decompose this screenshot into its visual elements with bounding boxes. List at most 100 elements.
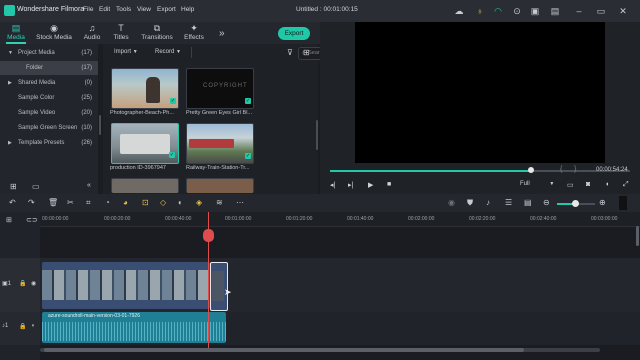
mark-out-icon[interactable]: } — [574, 166, 576, 173]
color-icon[interactable]: ◐ — [178, 198, 183, 207]
tab-titles[interactable]: T Titles — [101, 23, 141, 41]
library-item-sample-video[interactable]: Sample Video (20) — [0, 106, 98, 120]
zoom-slider-handle[interactable] — [572, 200, 579, 207]
tab-effects[interactable]: ✦ Effects — [174, 23, 214, 41]
audio-adjust-icon[interactable]: ≋ — [216, 198, 223, 207]
mic-icon[interactable]: ♪ — [486, 198, 490, 207]
menu-tools[interactable]: Tools — [116, 6, 131, 13]
marker-icon[interactable]: ◈ — [196, 198, 202, 207]
ruler-label: 00:00:00:00 — [42, 216, 69, 222]
notification-icon[interactable]: ▤ — [548, 4, 562, 18]
snapshot-icon[interactable]: ◙ — [586, 181, 590, 188]
menu-export[interactable]: Export — [157, 6, 176, 13]
speed-icon[interactable]: ◔ — [105, 198, 110, 207]
account-icon[interactable]: ⊙ — [510, 4, 524, 18]
display-icon[interactable]: ▭ — [567, 181, 574, 189]
shield-icon[interactable]: ⛊ — [467, 198, 473, 208]
preview-screen[interactable] — [355, 22, 605, 163]
folder-icon[interactable]: ▭ — [32, 182, 40, 191]
preview-duration: 00:00:54:24 — [596, 167, 628, 173]
media-caption-1: Photographer-Beach-Ph... — [110, 110, 174, 116]
add-track-icon[interactable]: ⊞ — [6, 216, 12, 224]
freeze-icon[interactable]: ⊡ — [142, 198, 149, 207]
ruler-label: 00:00:40:00 — [165, 216, 192, 222]
play-icon[interactable]: ▶ — [368, 181, 373, 189]
close-icon[interactable]: ✕ — [616, 4, 630, 18]
audio-clip[interactable]: azure-soundroll-main-version-03-01-7926 — [42, 312, 226, 343]
lock-icon[interactable]: 🔒 — [19, 323, 26, 330]
media-thumbnail-4[interactable]: ✓ — [186, 123, 254, 164]
menu-edit[interactable]: Edit — [99, 6, 110, 13]
lock-icon[interactable]: 🔒 — [19, 280, 26, 287]
play-frame-icon[interactable]: ▸| — [348, 181, 353, 189]
zoom-in-icon[interactable]: ⊕ — [599, 198, 606, 207]
library-item-sample-green-screen[interactable]: Sample Green Screen (10) — [0, 121, 98, 135]
undo-icon[interactable]: ↶ — [9, 198, 16, 207]
media-scrollbar[interactable] — [316, 120, 318, 150]
media-thumbnail-2[interactable]: COPYRIGHT ✓ — [186, 68, 254, 109]
cloud-icon[interactable]: ☁ — [452, 4, 466, 18]
timeline-hscroll-thumb[interactable] — [44, 348, 524, 352]
headset-icon[interactable]: ◠ — [491, 4, 505, 18]
speaker-icon[interactable]: ◖ — [31, 323, 35, 329]
maximize-icon[interactable]: ▭ — [594, 4, 608, 18]
snapshot-timeline-icon[interactable]: ▤ — [524, 198, 532, 207]
playhead-handle[interactable] — [203, 229, 214, 242]
zoom-out-icon[interactable]: ⊖ — [543, 198, 550, 207]
render-icon[interactable]: ◉ — [448, 198, 455, 207]
mark-in-icon[interactable]: { — [560, 166, 562, 173]
new-folder-icon[interactable]: ⊞ — [10, 182, 17, 191]
quality-select[interactable]: Full ▼ — [520, 181, 554, 187]
ruler-label: 00:01:40:00 — [347, 216, 374, 222]
library-item-folder[interactable]: Folder (17) — [0, 61, 98, 75]
preview-scrub-handle[interactable] — [528, 167, 534, 173]
ruler-label: 00:02:00:00 — [408, 216, 435, 222]
menu-file[interactable]: File — [83, 6, 93, 13]
collapse-panel-icon[interactable]: « — [87, 182, 91, 189]
more-tools-icon[interactable]: ⋯ — [236, 198, 244, 207]
keyframe-icon[interactable]: ◇ — [160, 198, 166, 207]
step-back-icon[interactable]: ◂| — [330, 181, 335, 189]
bulb-icon[interactable]: ♁ — [473, 4, 487, 18]
tab-transitions[interactable]: ⧉ Transitions — [137, 23, 177, 41]
video-clip[interactable] — [42, 262, 210, 309]
media-thumbnail-5[interactable] — [111, 178, 179, 193]
redo-icon[interactable]: ↷ — [28, 198, 35, 207]
library-item-project-media[interactable]: ▼ Project Media (17) — [0, 46, 98, 60]
grid-view-icon[interactable]: ⊞ — [303, 48, 310, 57]
eye-icon[interactable]: ◉ — [31, 280, 36, 287]
media-thumbnail-1[interactable]: ✓ — [111, 68, 179, 109]
media-thumbnail-6[interactable] — [186, 178, 254, 193]
speed-ramp-icon[interactable]: ◕ — [123, 198, 128, 207]
library-item-shared-media[interactable]: ▶ Shared Media (0) — [0, 76, 98, 90]
library-item-template-presets[interactable]: ▶ Template Presets (26) — [0, 136, 98, 150]
library-item-sample-color[interactable]: Sample Color (25) — [0, 91, 98, 105]
record-button[interactable]: Record ▼ — [155, 47, 181, 58]
ruler-label: 00:03:00:00 — [591, 216, 618, 222]
tab-media[interactable]: ▤ Media — [0, 23, 36, 41]
split-icon[interactable]: ✂ — [67, 198, 74, 207]
menu-help[interactable]: Help — [181, 6, 194, 13]
media-thumbnail-3[interactable]: ✓ — [111, 123, 179, 164]
tab-stock-media[interactable]: ◉ Stock Media — [34, 23, 74, 41]
menu-view[interactable]: View — [137, 6, 151, 13]
audio-track-header: ♪ 1 🔒 ◖ — [0, 312, 40, 345]
fullscreen-icon[interactable]: ⤢ — [623, 181, 629, 189]
export-button[interactable]: Export — [278, 27, 310, 40]
import-button[interactable]: Import ▼ — [114, 47, 138, 58]
timeline-options[interactable] — [619, 196, 627, 210]
more-tabs-icon[interactable]: » — [219, 28, 225, 39]
volume-icon[interactable]: ◖ — [605, 181, 609, 188]
link-icon[interactable]: ⊂⊃ — [26, 216, 38, 224]
save-icon[interactable]: ▣ — [528, 4, 542, 18]
delete-icon[interactable]: 🗑 — [48, 198, 58, 207]
import-label: Import — [114, 49, 132, 55]
timeline-vscroll[interactable] — [636, 226, 639, 246]
mixer-icon[interactable]: ☰ — [505, 198, 512, 207]
filter-icon[interactable]: ⊽ — [287, 48, 293, 57]
crop-icon[interactable]: ⌗ — [86, 198, 91, 208]
stop-icon[interactable]: ■ — [387, 181, 391, 188]
video-track-number: 1 — [7, 280, 12, 287]
panel-scrollbar[interactable] — [99, 115, 101, 135]
minimize-icon[interactable]: – — [572, 4, 586, 18]
